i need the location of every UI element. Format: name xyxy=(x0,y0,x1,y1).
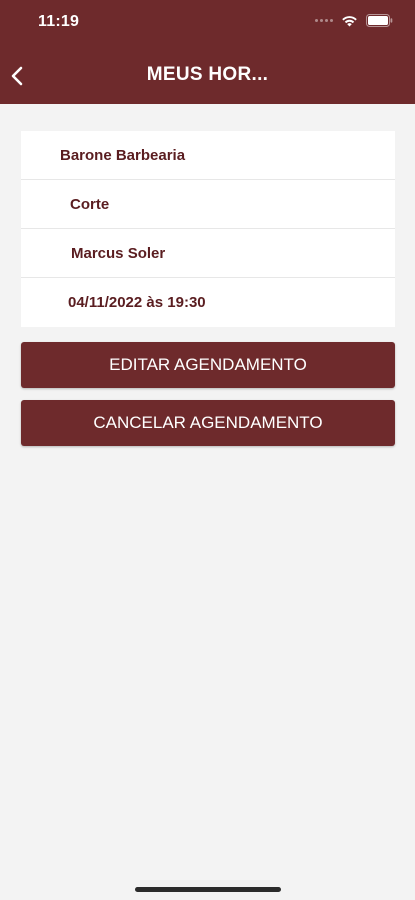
wifi-icon xyxy=(342,15,357,26)
professional-name: Marcus Soler xyxy=(71,244,166,262)
shop-name: Barone Barbearia xyxy=(60,146,186,164)
page-title: MEUS HOR... xyxy=(146,64,269,85)
battery-icon xyxy=(366,14,393,27)
status-icons xyxy=(315,14,393,27)
list-item-datetime: 04/11/2022 às 19:30 xyxy=(21,278,395,327)
status-time: 11:19 xyxy=(38,13,80,30)
app-header: 11:19 MEUS HOR... xyxy=(0,0,415,104)
service-name: Corte xyxy=(70,195,110,213)
appointment-card: Barone Barbearia Corte Marcus Soler 04/1… xyxy=(21,131,395,327)
appointment-datetime: 04/11/2022 às 19:30 xyxy=(68,294,206,311)
list-item-shop: Barone Barbearia xyxy=(21,131,395,180)
home-indicator xyxy=(135,887,281,892)
edit-appointment-button[interactable]: EDITAR AGENDAMENTO xyxy=(21,342,395,388)
signal-icon xyxy=(315,19,333,22)
cancel-appointment-button[interactable]: CANCELAR AGENDAMENTO xyxy=(21,400,395,446)
list-item-service: Corte xyxy=(21,180,395,229)
list-item-professional: Marcus Soler xyxy=(21,229,395,278)
